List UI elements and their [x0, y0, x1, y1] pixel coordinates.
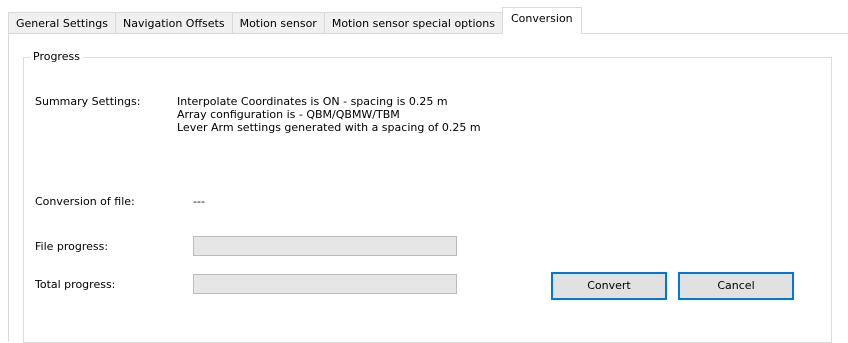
conversion-of-file-label: Conversion of file:	[35, 195, 135, 208]
tab-conversion[interactable]: Conversion	[501, 7, 582, 34]
tab-general-settings[interactable]: General Settings	[8, 12, 116, 34]
tab-motion-sensor-special-options[interactable]: Motion sensor special options	[323, 12, 503, 34]
tab-motion-sensor[interactable]: Motion sensor	[231, 12, 325, 34]
tab-strip: General Settings Navigation Offsets Moti…	[8, 7, 582, 34]
summary-settings-label: Summary Settings:	[35, 95, 141, 108]
total-progress-bar	[193, 274, 457, 294]
conversion-file-value: ---	[193, 195, 205, 208]
total-progress-label: Total progress:	[35, 278, 116, 291]
file-progress-bar	[193, 236, 457, 256]
summary-line-lever-arm: Lever Arm settings generated with a spac…	[177, 121, 481, 134]
file-progress-label: File progress:	[35, 240, 109, 253]
summary-line-array: Array configuration is - QBM/QBMW/TBM	[177, 108, 400, 121]
progress-group-title: Progress	[30, 50, 83, 64]
cancel-button[interactable]: Cancel	[678, 272, 794, 300]
tab-navigation-offsets[interactable]: Navigation Offsets	[114, 12, 233, 34]
summary-settings-text: Interpolate Coordinates is ON - spacing …	[177, 95, 481, 134]
convert-button[interactable]: Convert	[551, 272, 667, 300]
conversion-tab-panel: Progress Summary Settings: Interpolate C…	[8, 33, 848, 343]
summary-line-interpolate: Interpolate Coordinates is ON - spacing …	[177, 95, 448, 108]
